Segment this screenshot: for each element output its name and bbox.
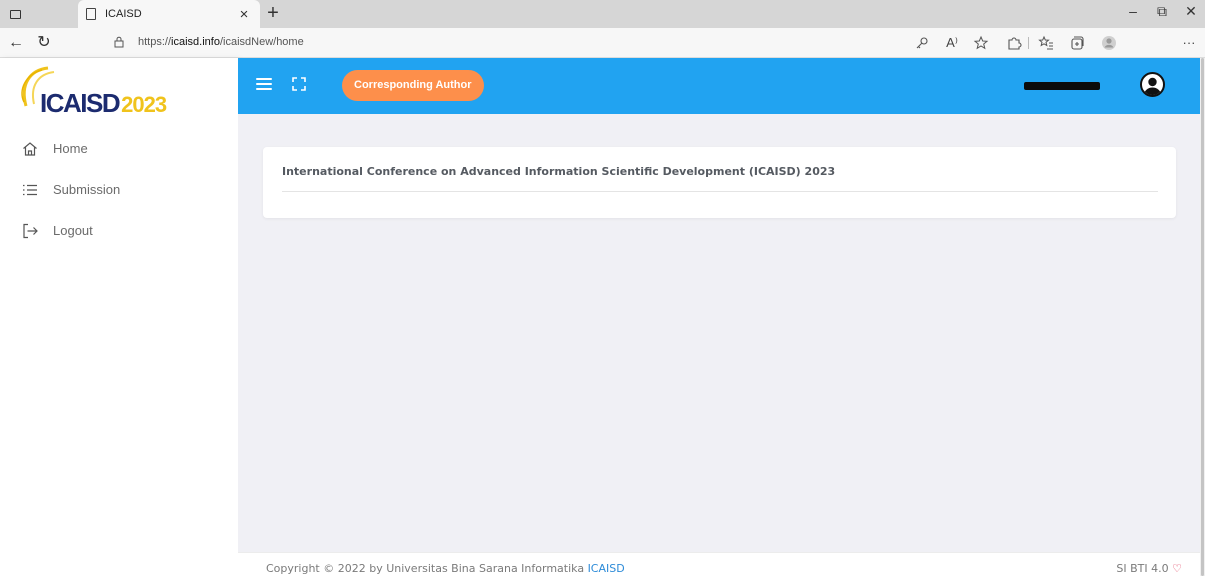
sidebar-item-label: Submission: [53, 182, 121, 197]
read-aloud-icon[interactable]: A⁾: [943, 34, 961, 52]
logout-icon: [23, 223, 38, 238]
url-field[interactable]: https://icaisd.info/icaisdNew/home: [138, 36, 304, 48]
sidebar: ICAISD2023 Home Submission Logout: [0, 58, 238, 576]
tab-actions-icon: [9, 9, 21, 19]
url-prefix: https://: [138, 36, 172, 48]
user-name-redacted[interactable]: [1024, 82, 1100, 90]
logo-year: 2023: [121, 92, 167, 117]
favorites-icon[interactable]: [1037, 34, 1055, 52]
tab-close-button[interactable]: ×: [236, 6, 252, 23]
toolbar-divider: [1028, 37, 1029, 49]
footer-icaisd-link[interactable]: ICAISD: [588, 562, 625, 575]
sidebar-item-label: Logout: [53, 223, 93, 238]
restore-button[interactable]: ⧉: [1152, 3, 1172, 20]
lock-icon[interactable]: [114, 36, 124, 48]
collections-icon[interactable]: [1068, 34, 1086, 52]
home-icon: [23, 141, 37, 156]
sidebar-item-home[interactable]: Home: [0, 128, 238, 169]
more-icon[interactable]: ···: [1180, 34, 1198, 52]
user-icon: [1144, 77, 1161, 95]
page-icon: [86, 8, 96, 20]
footer: Copyright © 2022 by Universitas Bina Sar…: [238, 552, 1200, 576]
brand-logo[interactable]: ICAISD2023: [0, 58, 238, 119]
refresh-button[interactable]: ↻: [34, 33, 54, 53]
back-button[interactable]: ←: [6, 33, 26, 53]
new-tab-button[interactable]: +: [262, 2, 284, 24]
sidebar-item-logout[interactable]: Logout: [0, 210, 238, 251]
hamburger-line: [256, 78, 272, 80]
list-icon: [23, 184, 37, 195]
heart-icon: ♡: [1172, 562, 1182, 575]
extensions-icon[interactable]: [1005, 34, 1023, 52]
footer-copyright: Copyright © 2022 by Universitas Bina Sar…: [266, 562, 625, 575]
minimize-button[interactable]: –: [1123, 3, 1143, 19]
page-scrollbar[interactable]: [1200, 58, 1205, 576]
browser-tab[interactable]: ICAISD ×: [78, 0, 260, 28]
scrollbar-thumb[interactable]: [1201, 58, 1204, 576]
card-title: International Conference on Advanced Inf…: [282, 165, 836, 178]
url-path: /icaisdNew/home: [219, 36, 304, 48]
main-content: International Conference on Advanced Inf…: [238, 114, 1200, 552]
sidebar-item-label: Home: [53, 141, 88, 156]
logo-name: ICAISD: [40, 88, 121, 118]
tab-title: ICAISD: [105, 8, 142, 20]
footer-version: SI BTI 4.0 ♡: [1116, 562, 1182, 575]
version-text: SI BTI 4.0: [1116, 562, 1173, 575]
hamburger-line: [256, 88, 272, 90]
content-card: International Conference on Advanced Inf…: [263, 147, 1176, 218]
hamburger-line: [256, 83, 272, 85]
user-avatar[interactable]: [1140, 72, 1165, 97]
close-window-button[interactable]: ✕: [1181, 3, 1201, 20]
key-icon[interactable]: [913, 34, 931, 52]
url-domain: icaisd.info: [171, 36, 220, 48]
tab-actions-button[interactable]: [6, 5, 24, 23]
card-divider: [282, 191, 1158, 192]
address-bar-row: ← ↻ https://icaisd.info/icaisdNew/home A…: [0, 28, 1205, 58]
copyright-text: Copyright © 2022 by Universitas Bina Sar…: [266, 562, 588, 575]
favorite-add-icon[interactable]: [972, 34, 990, 52]
corresponding-author-button[interactable]: Corresponding Author: [342, 70, 484, 101]
profile-icon[interactable]: [1100, 34, 1118, 52]
logo-text: ICAISD2023: [40, 88, 167, 119]
fullscreen-icon[interactable]: [292, 77, 306, 91]
sidebar-menu: Home Submission Logout: [0, 128, 238, 251]
sidebar-item-submission[interactable]: Submission: [0, 169, 238, 210]
menu-toggle-button[interactable]: [256, 78, 272, 92]
top-navbar: Corresponding Author: [238, 58, 1200, 114]
browser-tab-bar: ICAISD × + – ⧉ ✕: [0, 0, 1205, 28]
